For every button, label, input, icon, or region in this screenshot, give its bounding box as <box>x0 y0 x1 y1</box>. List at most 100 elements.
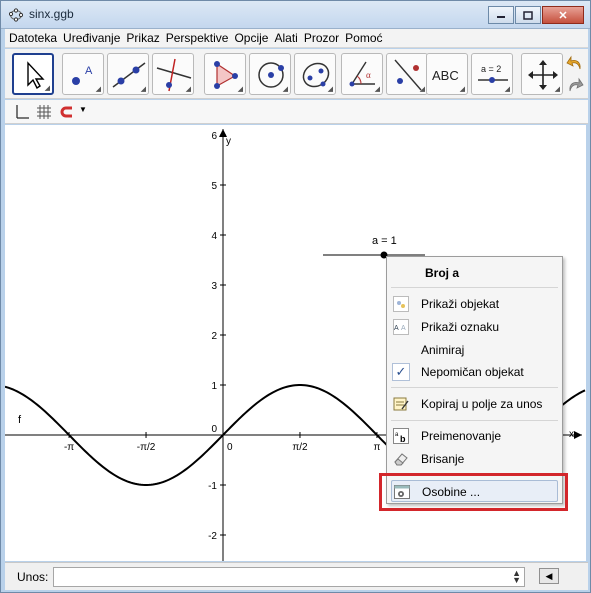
highlight-box <box>379 473 568 511</box>
minimize-button[interactable] <box>488 6 514 24</box>
y-tick-label: 3 <box>211 281 217 292</box>
menu-tools[interactable]: Alati <box>274 31 297 45</box>
show-object-icon <box>392 295 410 313</box>
menu-item-animate[interactable]: Animiraj <box>387 339 562 361</box>
menu-view[interactable]: Prikaz <box>126 31 159 45</box>
x-tick-label: π <box>373 442 380 453</box>
menu-item-copy-to-input[interactable]: Kopiraj u polje za unos <box>387 393 562 415</box>
dropdown-triangle-icon: ◢ <box>419 86 425 93</box>
svg-text:α: α <box>366 70 371 80</box>
tool-reflect[interactable]: ◢ <box>386 53 428 95</box>
tool-conic[interactable]: ◢ <box>294 53 336 95</box>
application-window: sinx.ggb ✕ Datoteka Uređivanje Prikaz Pe… <box>0 0 591 593</box>
menu-item-fixed-object[interactable]: ✓ Nepomičan objekat <box>387 361 562 383</box>
toolbar: ◢ A ◢ ◢ ◢ ◢ ◢ ◢ α ◢ ◢ ABC ◢ a = 2 ◢ ◢ <box>5 49 588 99</box>
input-label: Unos: <box>17 570 49 584</box>
y-tick-label: 2 <box>211 331 217 342</box>
dropdown-triangle-icon: ◢ <box>44 85 50 92</box>
rename-icon: ab <box>392 427 410 445</box>
menu-item-label: Prikaži objekat <box>421 297 500 311</box>
close-icon: ✕ <box>558 9 568 22</box>
maximize-button[interactable] <box>515 6 541 24</box>
eraser-icon <box>392 450 410 468</box>
input-help-button[interactable]: ◀ <box>539 568 559 584</box>
y-tick-label: 1 <box>211 381 217 392</box>
tool-circle[interactable]: ◢ <box>249 53 291 95</box>
undo-button[interactable] <box>565 53 585 73</box>
redo-icon <box>569 77 584 92</box>
y-axis-label: y <box>226 136 231 147</box>
separator <box>391 287 558 288</box>
history-stepper-icon[interactable]: ▲ ▼ <box>512 569 521 585</box>
menu-item-label: Prikaži oznaku <box>421 320 500 334</box>
svg-text:A: A <box>401 325 406 332</box>
x-axis-arrow <box>574 431 582 439</box>
menu-item-show-object[interactable]: Prikaži objekat <box>387 293 562 315</box>
title-bar[interactable]: sinx.ggb ✕ <box>1 1 590 29</box>
menu-item-label: Kopiraj u polje za unos <box>421 397 543 411</box>
snap-dropdown-icon[interactable]: ▼ <box>79 105 87 114</box>
svg-text:a = 2: a = 2 <box>481 64 501 74</box>
minimize-icon <box>497 16 505 18</box>
tool-move-graphics[interactable]: ◢ <box>521 53 563 95</box>
tool-text[interactable]: ABC ◢ <box>426 53 468 95</box>
menu-item-show-label[interactable]: AA Prikaži oznaku <box>387 316 562 338</box>
magnet-icon[interactable] <box>59 104 75 120</box>
undo-icon <box>566 55 581 70</box>
menu-file[interactable]: Datoteka <box>9 31 57 45</box>
tool-move[interactable]: ◢ <box>12 53 54 95</box>
svg-text:A: A <box>394 325 399 332</box>
menu-edit[interactable]: Uređivanje <box>63 31 120 45</box>
dropdown-triangle-icon: ◢ <box>554 86 560 93</box>
separator <box>391 420 558 421</box>
menu-item-label: Brisanje <box>421 452 465 466</box>
input-bar: Unos: ▲ ▼ ◀ <box>5 562 588 590</box>
y-tick-label: 4 <box>211 231 217 242</box>
tool-angle[interactable]: α ◢ <box>341 53 383 95</box>
menu-perspectives[interactable]: Perspektive <box>166 31 229 45</box>
grid-icon[interactable] <box>36 104 52 120</box>
tool-point[interactable]: A ◢ <box>62 53 104 95</box>
dropdown-triangle-icon: ◢ <box>237 86 243 93</box>
copy-to-input-icon <box>392 395 410 413</box>
dropdown-triangle-icon: ◢ <box>140 86 146 93</box>
redo-button[interactable] <box>565 75 585 95</box>
separator <box>391 387 558 388</box>
menu-item-label: Animiraj <box>421 343 465 357</box>
triangle-left-icon: ◀ <box>545 570 553 581</box>
x-axis-label: x <box>569 429 574 440</box>
style-bar: ▼ <box>5 100 588 124</box>
axes-icon[interactable] <box>14 104 30 120</box>
x-tick-label: -π <box>64 442 74 453</box>
tool-polygon[interactable]: ◢ <box>204 53 246 95</box>
input-field[interactable]: ▲ ▼ <box>53 567 525 587</box>
slider-label: a = 1 <box>372 235 397 247</box>
menu-window[interactable]: Prozor <box>304 31 339 45</box>
menu-bar: Datoteka Uređivanje Prikaz Perspektive O… <box>5 29 588 48</box>
dropdown-triangle-icon: ◢ <box>95 86 101 93</box>
y-tick-label: -2 <box>208 531 217 542</box>
menu-options[interactable]: Opcije <box>234 31 268 45</box>
y-tick-label: -1 <box>208 481 217 492</box>
tool-line[interactable]: ◢ <box>107 53 149 95</box>
dropdown-triangle-icon: ◢ <box>459 86 465 93</box>
dropdown-triangle-icon: ◢ <box>374 86 380 93</box>
geogebra-icon <box>9 8 23 22</box>
function-label: f <box>18 414 22 426</box>
menu-item-rename[interactable]: ab Preimenovanje <box>387 425 562 447</box>
x-tick-label: π/2 <box>292 442 308 453</box>
y-tick-label: 6 <box>211 131 217 142</box>
x-tick-label: -π/2 <box>137 442 156 453</box>
y-tick-label: 5 <box>211 181 217 192</box>
menu-item-delete[interactable]: Brisanje <box>387 448 562 470</box>
dropdown-triangle-icon: ◢ <box>327 86 333 93</box>
menu-help[interactable]: Pomoć <box>345 31 382 45</box>
dropdown-triangle-icon: ◢ <box>185 86 191 93</box>
y-tick-label: 0 <box>211 424 217 435</box>
close-button[interactable]: ✕ <box>542 6 584 24</box>
tool-perpendicular[interactable]: ◢ <box>152 53 194 95</box>
x-tick-label: 0 <box>227 442 233 453</box>
tool-slider[interactable]: a = 2 ◢ <box>471 53 513 95</box>
checkmark-icon: ✓ <box>392 363 410 381</box>
svg-text:A: A <box>85 65 93 77</box>
